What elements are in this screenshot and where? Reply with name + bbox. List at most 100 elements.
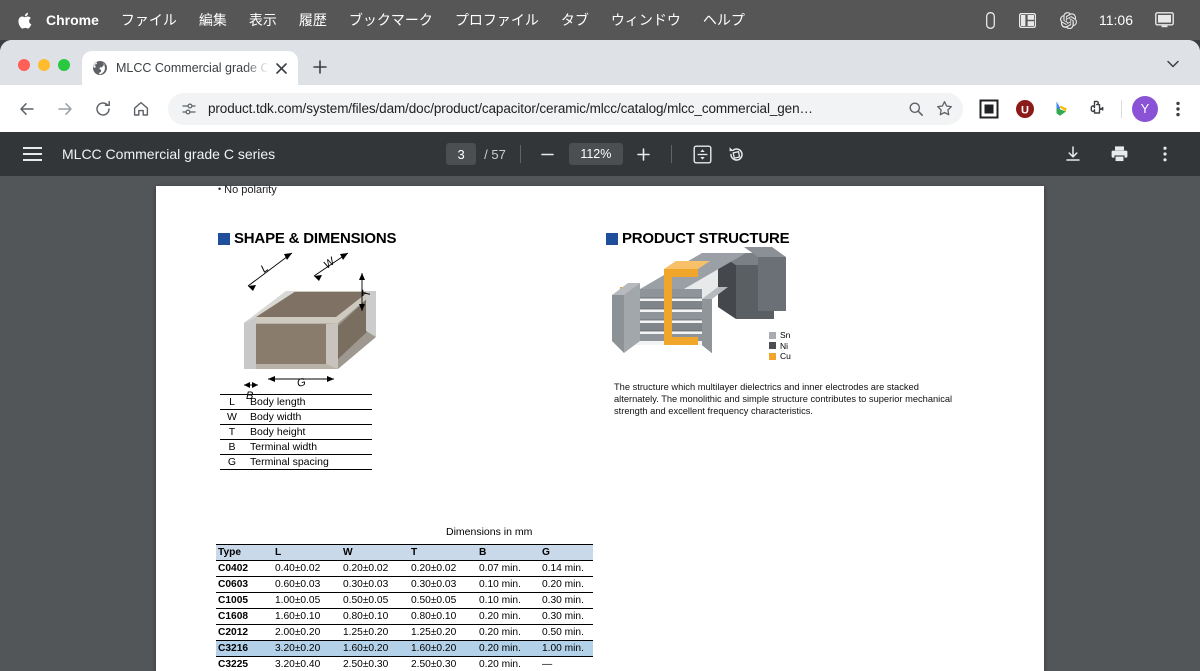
cell-t: 2.50±0.30 xyxy=(409,656,477,671)
cu-swatch-icon xyxy=(769,352,776,360)
column-header-t: T xyxy=(409,544,477,561)
legend-label: Sn xyxy=(780,330,791,340)
cell-l: 2.00±0.20 xyxy=(273,624,341,641)
menu-item-history[interactable]: 履歴 xyxy=(288,0,338,40)
table-row: L Body length xyxy=(220,394,372,410)
openai-icon[interactable] xyxy=(1048,11,1089,29)
close-icon[interactable] xyxy=(272,59,290,77)
tab-title: MLCC Commercial grade C se xyxy=(116,61,272,75)
table-row: B Terminal width xyxy=(220,439,372,455)
chip-capacitor-illustration: L W T G B xyxy=(226,251,406,402)
table-row: C3225 3.20±0.40 2.50±0.30 2.50±0.30 0.20… xyxy=(216,656,593,671)
menu-item-help[interactable]: ヘルプ xyxy=(692,0,756,40)
avatar[interactable]: Y xyxy=(1132,95,1158,122)
forward-arrow-icon[interactable] xyxy=(49,93,81,125)
cell-l: 3.20±0.20 xyxy=(273,640,341,657)
table-row: C0402 0.40±0.02 0.20±0.02 0.20±0.02 0.07… xyxy=(216,560,593,577)
url-text[interactable]: product.tdk.com/system/files/dam/doc/pro… xyxy=(208,101,901,116)
three-dot-menu-icon[interactable] xyxy=(1164,95,1192,123)
pdf-scroll-area[interactable]: • No polarity SHAPE & DIMENSIONS L W T G… xyxy=(0,176,1200,671)
zoom-magnifier-icon[interactable] xyxy=(903,96,929,122)
reload-icon[interactable] xyxy=(87,93,119,125)
cell-l: 1.60±0.10 xyxy=(273,608,341,625)
legend-desc: Body height xyxy=(244,424,372,440)
new-tab-button[interactable] xyxy=(306,53,334,81)
divider xyxy=(670,145,672,163)
cell-b: 0.10 min. xyxy=(477,592,540,609)
toolbar-divider xyxy=(1121,99,1122,118)
cell-w: 0.30±0.03 xyxy=(341,576,409,593)
cell-type: C1608 xyxy=(216,608,273,625)
split-view-icon[interactable] xyxy=(1007,12,1048,28)
globe-icon xyxy=(92,60,108,76)
back-arrow-icon[interactable] xyxy=(11,93,43,125)
sn-swatch-icon xyxy=(769,331,776,339)
menu-bar-clock[interactable]: 11:06 xyxy=(1089,12,1143,28)
cell-b: 0.20 min. xyxy=(477,656,540,671)
home-icon[interactable] xyxy=(125,93,157,125)
cell-t: 0.50±0.05 xyxy=(409,592,477,609)
minimize-window-button[interactable] xyxy=(38,59,50,71)
menu-item-chrome[interactable]: Chrome xyxy=(46,0,110,40)
screen-mirroring-icon[interactable] xyxy=(1143,12,1186,28)
chevron-down-icon[interactable] xyxy=(1160,51,1186,77)
rotate-icon[interactable] xyxy=(723,140,751,168)
table-row: C2012 2.00±0.20 1.25±0.20 1.25±0.20 0.20… xyxy=(216,624,593,641)
chrome-browser-window: MLCC Commercial grade C se product.tdk.c… xyxy=(0,40,1200,671)
three-dot-menu-icon[interactable] xyxy=(1151,140,1179,168)
cell-type: C1005 xyxy=(216,592,273,609)
cell-l: 3.20±0.40 xyxy=(273,656,341,671)
battery-icon[interactable] xyxy=(974,11,1007,29)
apple-logo-icon[interactable] xyxy=(0,11,46,30)
close-window-button[interactable] xyxy=(18,59,30,71)
column-header-type: Type xyxy=(216,544,273,561)
cell-l: 1.00±0.05 xyxy=(273,592,341,609)
legend-desc: Terminal spacing xyxy=(244,454,372,470)
macos-menu-bar: Chrome ファイル 編集 表示 履歴 ブックマーク プロファイル タブ ウィ… xyxy=(0,0,1200,40)
cell-t: 1.60±0.20 xyxy=(409,640,477,657)
zoom-out-button[interactable] xyxy=(535,141,561,167)
ublock-origin-icon[interactable]: U xyxy=(1011,95,1039,123)
browser-tab[interactable]: MLCC Commercial grade C se xyxy=(82,51,298,85)
cell-w: 1.25±0.20 xyxy=(341,624,409,641)
cell-g: 0.30 min. xyxy=(540,608,593,625)
print-icon[interactable] xyxy=(1105,140,1133,168)
bing-icon[interactable] xyxy=(1047,95,1075,123)
square-extension-icon[interactable] xyxy=(975,95,1003,123)
menu-item-bookmarks[interactable]: ブックマーク xyxy=(338,0,444,40)
menu-item-view[interactable]: 表示 xyxy=(238,0,288,40)
cell-type: C0603 xyxy=(216,576,273,593)
legend-key: B xyxy=(220,439,244,455)
star-icon[interactable] xyxy=(931,96,957,122)
menu-item-window[interactable]: ウィンドウ xyxy=(600,0,692,40)
menu-item-profiles[interactable]: プロファイル xyxy=(444,0,550,40)
maximize-window-button[interactable] xyxy=(58,59,70,71)
zoom-in-button[interactable] xyxy=(631,141,657,167)
screen: Chrome ファイル 編集 表示 履歴 ブックマーク プロファイル タブ ウィ… xyxy=(0,0,1200,671)
menu-item-file[interactable]: ファイル xyxy=(110,0,188,40)
menu-item-edit[interactable]: 編集 xyxy=(188,0,238,40)
site-settings-icon[interactable] xyxy=(180,100,198,118)
page-number-input[interactable]: 3 xyxy=(446,143,477,165)
address-bar[interactable]: product.tdk.com/system/files/dam/doc/pro… xyxy=(168,92,963,125)
menu-bar-status-items: 11:06 xyxy=(974,0,1200,40)
cell-g: 0.20 min. xyxy=(540,576,593,593)
download-icon[interactable] xyxy=(1059,140,1087,168)
cell-t: 0.30±0.03 xyxy=(409,576,477,593)
cell-w: 1.60±0.20 xyxy=(341,640,409,657)
legend-item: Sn xyxy=(769,330,791,341)
fit-page-icon[interactable] xyxy=(689,140,717,168)
column-header-g: G xyxy=(540,544,593,561)
extension-icons: U Y xyxy=(971,95,1192,123)
menu-item-tab[interactable]: タブ xyxy=(550,0,600,40)
cell-g: — xyxy=(540,656,593,671)
zoom-level-display[interactable]: 112% xyxy=(568,143,623,165)
menu-icon[interactable] xyxy=(14,136,50,172)
table-row-selected: C3216 3.20±0.20 1.60±0.20 1.60±0.20 0.20… xyxy=(216,640,593,657)
legend-desc: Body length xyxy=(244,394,372,410)
puzzle-extensions-icon[interactable] xyxy=(1083,95,1111,123)
page-count-label: / 57 xyxy=(484,146,506,162)
pdf-page: • No polarity SHAPE & DIMENSIONS L W T G… xyxy=(156,184,1044,671)
table-row: C1005 1.00±0.05 0.50±0.05 0.50±0.05 0.10… xyxy=(216,592,593,609)
table-header-row: Type L W T B G xyxy=(216,544,593,561)
